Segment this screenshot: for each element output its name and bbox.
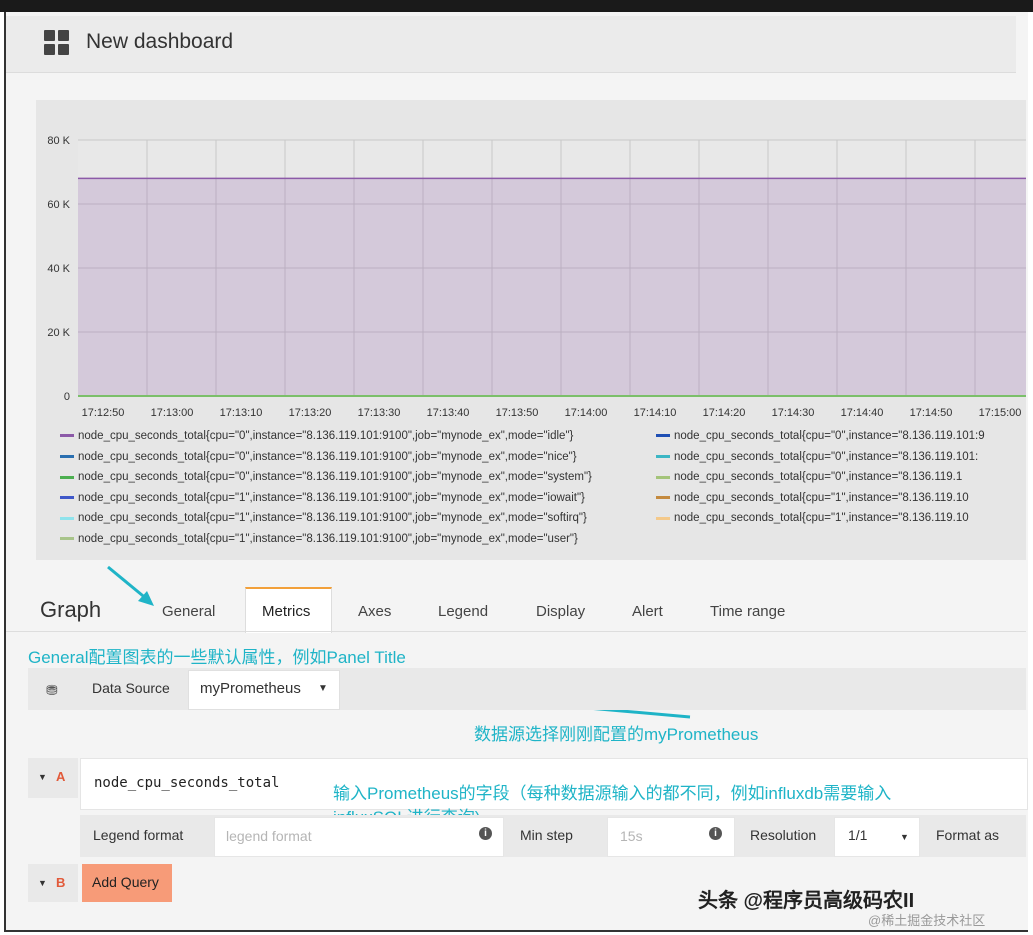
legend-item[interactable]: node_cpu_seconds_total{cpu="0",instance=…: [656, 451, 978, 463]
legend-item[interactable]: node_cpu_seconds_total{cpu="1",instance=…: [60, 492, 585, 504]
general-note: General配置图表的一些默认属性，例如Panel Title: [28, 648, 406, 667]
chevron-down-icon: ▼: [318, 683, 328, 694]
format-as-label: Format as: [936, 827, 1000, 843]
watermark-main: 头条 @程序员高级码农II: [698, 890, 915, 912]
legend-label: node_cpu_seconds_total{cpu="1",instance=…: [674, 491, 969, 504]
y-tick-label: 20 K: [47, 327, 70, 339]
legend-label: node_cpu_seconds_total{cpu="1",instance=…: [674, 512, 969, 525]
legend-swatch: [656, 496, 670, 500]
query-b-toggle[interactable]: [28, 864, 78, 902]
caret-down-icon: ▼: [38, 878, 47, 888]
x-tick-label: 17:14:00: [565, 407, 608, 419]
legend-swatch: [60, 434, 74, 438]
query-a-toggle[interactable]: [28, 758, 78, 798]
legend-label: node_cpu_seconds_total{cpu="0",instance=…: [78, 471, 592, 484]
tab-general[interactable]: General: [162, 603, 215, 620]
tab-legend[interactable]: Legend: [438, 603, 488, 620]
legend-swatch: [60, 516, 74, 520]
x-tick-label: 17:13:40: [427, 407, 470, 419]
cpu-graph: 0 20 K 40 K 60 K 80 K 17:12:50 17:13:00 17:13:1…: [47, 135, 1026, 419]
legend-label: node_cpu_seconds_total{cpu="0",instance=…: [674, 430, 985, 442]
add-query-label: Add Query: [92, 874, 159, 890]
watermark-sub: @稀土掘金技术社区: [868, 913, 986, 928]
legend-format-placeholder: legend format: [226, 828, 312, 844]
dashboard-title[interactable]: New dashboard: [86, 30, 233, 54]
x-tick-label: 17:13:20: [289, 407, 332, 419]
x-tick-label: 17:13:10: [220, 407, 263, 419]
x-tick-label: 17:14:40: [841, 407, 884, 419]
editor-title: Graph: [40, 597, 102, 622]
screen-top-bar: [0, 0, 1033, 12]
x-tick-label: 17:15:00: [979, 407, 1022, 419]
legend-swatch: [60, 455, 74, 459]
legend-swatch: [656, 475, 670, 479]
legend-item[interactable]: node_cpu_seconds_total{cpu="1",instance=…: [656, 492, 969, 504]
min-step-placeholder: 15s: [620, 828, 643, 844]
x-tick-label: 17:14:30: [772, 407, 815, 419]
legend-label: node_cpu_seconds_total{cpu="0",instance=…: [674, 471, 963, 484]
tabs-divider: [6, 631, 1026, 632]
legend-item[interactable]: node_cpu_seconds_total{cpu="0",instance=…: [60, 471, 592, 483]
datasource-bar: [28, 668, 1026, 710]
legend-swatch: [656, 434, 670, 438]
legend-label: node_cpu_seconds_total{cpu="0",instance=…: [78, 450, 577, 463]
legend-item[interactable]: node_cpu_seconds_total{cpu="0",instance=…: [656, 471, 962, 483]
tab-axes[interactable]: Axes: [358, 603, 391, 620]
legend-item[interactable]: node_cpu_seconds_total{cpu="0",instance=…: [656, 430, 985, 442]
resolution-value: 1/1: [848, 827, 868, 843]
min-step-label: Min step: [520, 827, 573, 843]
y-tick-label: 80 K: [47, 135, 70, 147]
legend-swatch: [60, 475, 74, 479]
query-a-letter: A: [56, 769, 66, 784]
tab-display[interactable]: Display: [536, 603, 585, 620]
legend-label: node_cpu_seconds_total{cpu="1",instance=…: [78, 512, 587, 525]
y-tick-label: 60 K: [47, 199, 70, 211]
info-icon[interactable]: i: [709, 827, 722, 840]
legend-item[interactable]: node_cpu_seconds_total{cpu="1",instance=…: [60, 512, 587, 524]
x-tick-label: 17:12:50: [82, 407, 125, 419]
legend-swatch: [60, 496, 74, 500]
datasource-note: 数据源选择刚刚配置的myPrometheus: [474, 725, 759, 744]
legend-label: node_cpu_seconds_total{cpu="1",instance=…: [78, 533, 578, 545]
caret-down-icon: ▼: [38, 772, 47, 782]
query-a-expression: node_cpu_seconds_total: [94, 775, 280, 791]
dashboard-grid-icon[interactable]: [44, 30, 70, 56]
x-tick-label: 17:14:10: [634, 407, 677, 419]
query-b-letter: B: [56, 875, 66, 890]
legend-swatch: [656, 455, 670, 459]
legend-item[interactable]: node_cpu_seconds_total{cpu="0",instance=…: [60, 451, 577, 463]
tab-time-range[interactable]: Time range: [710, 603, 785, 620]
legend-item[interactable]: node_cpu_seconds_total{cpu="1",instance=…: [656, 512, 969, 524]
chevron-down-icon: ▼: [900, 832, 909, 842]
legend-format-label: Legend format: [93, 827, 184, 843]
x-tick-label: 17:14:20: [703, 407, 746, 419]
legend-swatch: [60, 537, 74, 541]
datasource-value: myPrometheus: [200, 680, 301, 697]
tab-alert[interactable]: Alert: [632, 603, 663, 620]
database-icon: ⛃: [46, 682, 58, 698]
x-tick-label: 17:13:00: [151, 407, 194, 419]
legend-label: node_cpu_seconds_total{cpu="1",instance=…: [78, 491, 585, 504]
x-tick-label: 17:13:50: [496, 407, 539, 419]
x-tick-label: 17:14:50: [910, 407, 953, 419]
dashboard-header: New dashboard: [6, 16, 1016, 73]
query-note-line1: 输入Prometheus的字段（每种数据源输入的都不同，例如influxdb需要…: [333, 784, 892, 803]
legend-item[interactable]: node_cpu_seconds_total{cpu="1",instance=…: [60, 533, 578, 545]
legend-item[interactable]: node_cpu_seconds_total{cpu="0",instance=…: [60, 430, 573, 442]
series-area: [78, 178, 1026, 396]
legend-label: node_cpu_seconds_total{cpu="0",instance=…: [78, 430, 574, 442]
legend-swatch: [656, 516, 670, 520]
y-tick-label: 0: [64, 391, 70, 403]
y-tick-label: 40 K: [47, 263, 70, 275]
info-icon[interactable]: i: [479, 827, 492, 840]
x-tick-label: 17:13:30: [358, 407, 401, 419]
tab-metrics[interactable]: Metrics: [262, 603, 310, 620]
legend-label: node_cpu_seconds_total{cpu="0",instance=…: [674, 450, 979, 463]
datasource-label: Data Source: [92, 680, 170, 696]
resolution-label: Resolution: [750, 827, 817, 843]
